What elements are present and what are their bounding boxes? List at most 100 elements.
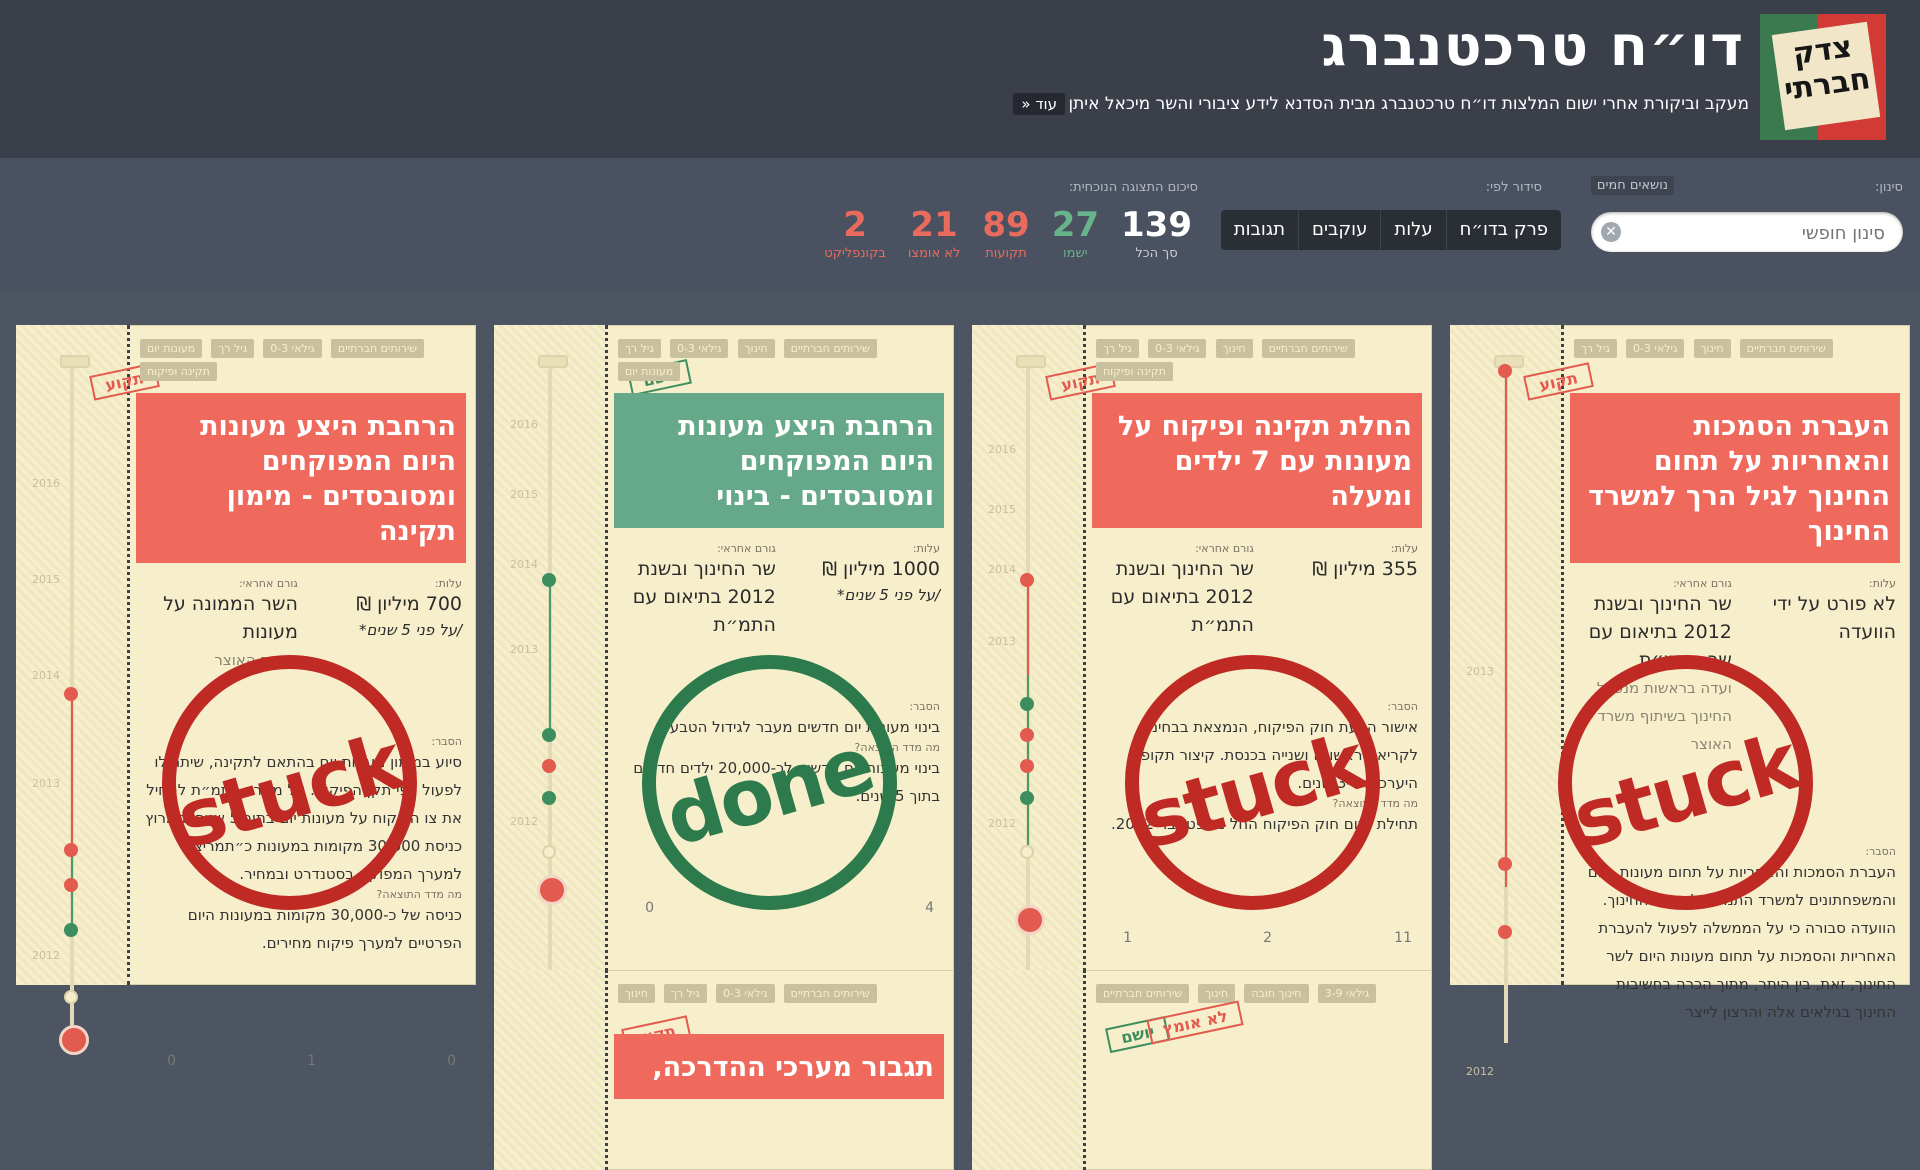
recommendation-card[interactable]: 2016 2015 2014 2013 2012 תקוע שירותים חב…: [16, 325, 476, 1069]
cost-label: עלות:: [434, 577, 462, 590]
tag[interactable]: חינוך: [1198, 984, 1236, 1003]
stat-stuck[interactable]: 89 תקועות: [982, 206, 1029, 261]
tag-list: שירותים חברתיים חינוך גילאי 0-3 גיל רך ת…: [1094, 337, 1424, 383]
tag[interactable]: גילאי 0-3: [669, 339, 729, 358]
tag[interactable]: גילאי 3-9: [1317, 984, 1377, 1003]
cost-value: 1000 מיליון ₪: [822, 558, 940, 580]
links-count: 2: [1263, 930, 1272, 946]
tag[interactable]: תקינה ופיקוח: [1096, 362, 1173, 381]
timeline-milestone-icon: [1020, 697, 1034, 711]
card-counters: 11 2 1: [972, 930, 1432, 960]
timeline-year: 2012: [1466, 1065, 1494, 1078]
card-title[interactable]: הרחבת היצע מעונות היום המפוקחים ומסובסדי…: [136, 393, 466, 563]
timeline-track: 2016 2015 2014 2013 2012: [494, 325, 606, 1043]
measure-text: כניסה של כ-30,000 מקומות במעונות היום הפ…: [187, 906, 462, 952]
comments-count: 0: [645, 900, 654, 916]
timeline-year: 2016: [510, 418, 538, 431]
stamp-text: stuck: [1130, 717, 1375, 867]
tag[interactable]: גיל רך: [1574, 339, 1617, 358]
timeline-segment-red: [71, 693, 73, 853]
tag[interactable]: גיל רך: [618, 339, 661, 358]
tag-list: שירותים חברתיים חינוך גילאי 0-3 גיל רך: [1572, 337, 1902, 360]
tag[interactable]: מעונות יום: [140, 339, 203, 358]
timeline-milestone-icon: [64, 923, 78, 937]
tag-list: גילאי 3-9 חינוך חובה חינוך שירותים חברתי…: [1094, 982, 1424, 1005]
timeline-milestone-icon: [1020, 791, 1034, 805]
tag[interactable]: שירותים חברתיים: [783, 984, 877, 1003]
tag[interactable]: שירותים חברתיים: [783, 339, 877, 358]
tag[interactable]: תקינה ופיקוח: [140, 362, 217, 381]
tag[interactable]: גיל רך: [664, 984, 707, 1003]
timeline-milestone-icon: [542, 759, 556, 773]
timeline-year: 2014: [988, 563, 1016, 576]
timeline-play-icon[interactable]: [59, 1025, 89, 1055]
cost-label: עלות:: [1868, 577, 1896, 590]
tag[interactable]: חינוך: [1693, 339, 1731, 358]
timeline-year: 2012: [510, 815, 538, 828]
site-subtitle: מעקב וביקורת אחרי ישום המלצות דו״ח טרכטנ…: [1068, 94, 1749, 114]
sort-options: פרק בדו״ח עלות עוקבים תגובות: [1220, 210, 1561, 250]
summary-label: סיכום התצוגה הנוכחית:: [1068, 180, 1198, 195]
recommendation-card[interactable]: 2013 2012 תקוע שירותים חברתיים חינוך גיל…: [1450, 325, 1910, 1078]
cost-note: /על פני 5 שנים*: [359, 621, 462, 639]
card-title[interactable]: העברת הסמכות והאחריות על תחום החינוך לגי…: [1570, 393, 1900, 563]
tag[interactable]: שירותים חברתיים: [330, 339, 425, 358]
timeline-top-knob: [60, 355, 90, 368]
tag[interactable]: חינוך חובה: [1244, 984, 1309, 1003]
stat-total[interactable]: 139 סך הכל: [1121, 206, 1192, 261]
timeline-milestone-icon: [1498, 925, 1512, 939]
card-title[interactable]: תגבור מערכי ההדרכה,: [614, 1034, 944, 1099]
card-title[interactable]: החלת תקינה ופיקוח על מעונות עם 7 ילדים ו…: [1092, 393, 1422, 528]
timeline-top-knob: [538, 355, 568, 368]
timeline-milestone-icon: [1020, 759, 1034, 773]
timeline-track: 2016 2015 2014 2013 2012: [16, 325, 128, 1055]
sort-by-chapter[interactable]: פרק בדו״ח: [1445, 210, 1561, 250]
timeline-track: 2013 2012: [1450, 325, 1562, 1078]
timeline-segment-red: [1027, 580, 1029, 675]
card-title[interactable]: הרחבת היצע מעונות היום המפוקחים ומסובסדי…: [614, 393, 944, 528]
tag[interactable]: גילאי 0-3: [1625, 339, 1685, 358]
stat-not-adopted[interactable]: 21 לא אומצו: [908, 206, 961, 261]
recommendation-card[interactable]: 2016 2015 2014 2013 2012 יושם שירותים חב…: [494, 325, 954, 1043]
more-button[interactable]: עוד «: [1013, 93, 1065, 115]
timeline-year: 2013: [1466, 665, 1494, 678]
stuck-stamp: stuck: [162, 655, 417, 910]
stat-not-adopted-label: לא אומצו: [907, 246, 961, 261]
stat-conflict-value: 2: [843, 205, 867, 245]
stamp-text: done: [656, 719, 883, 865]
tag[interactable]: חינוך: [1215, 339, 1253, 358]
stat-conflict[interactable]: 2 בקונפליקט: [824, 206, 886, 261]
tag[interactable]: שירותים חברתיים: [1739, 339, 1833, 358]
recommendation-card[interactable]: שירותים חברתיים גילאי 0-3 גיל רך חינוך ת…: [494, 970, 954, 1170]
tag[interactable]: גילאי 0-3: [1147, 339, 1207, 358]
sort-by-comments[interactable]: תגובות: [1221, 210, 1298, 250]
site-title[interactable]: דו״ח טרכטנברג: [1321, 12, 1744, 82]
tag[interactable]: חינוך: [618, 984, 655, 1003]
recommendation-card[interactable]: 2016 2015 2014 2013 2012 תקוע שירותים חב…: [972, 325, 1432, 1043]
perforation: [125, 325, 130, 985]
sort-by-followers[interactable]: עוקבים: [1298, 210, 1380, 250]
stat-implemented-label: ישמו: [1063, 246, 1088, 261]
sort-by-cost[interactable]: עלות: [1380, 210, 1445, 250]
recommendation-card[interactable]: גילאי 3-9 חינוך חובה חינוך שירותים חברתי…: [972, 970, 1432, 1170]
tag[interactable]: שירותים חברתיים: [1096, 984, 1190, 1003]
summary-stats: 139 סך הכל 27 ישמו 89 תקועות 21 לא אומצו…: [824, 206, 1192, 261]
hot-topics-button[interactable]: נושאים חמים: [1590, 176, 1674, 195]
clear-search-icon[interactable]: ✕: [1601, 222, 1621, 242]
search-box[interactable]: ✕: [1591, 212, 1903, 252]
search-input[interactable]: [1643, 217, 1887, 249]
views-count: 4: [925, 900, 934, 916]
tag[interactable]: מעונות יום: [618, 362, 681, 381]
tag[interactable]: שירותים חברתיים: [1261, 339, 1355, 358]
tag[interactable]: גיל רך: [211, 339, 255, 358]
stat-stuck-value: 89: [982, 205, 1030, 245]
perforation: [603, 970, 608, 1170]
tag[interactable]: חינוך: [737, 339, 775, 358]
tag[interactable]: גילאי 0-3: [716, 984, 775, 1003]
logo[interactable]: צדק חברתי: [1760, 14, 1886, 140]
tag[interactable]: גילאי 0-3: [263, 339, 322, 358]
timeline-milestone-icon: [542, 791, 556, 805]
tag[interactable]: גיל רך: [1096, 339, 1139, 358]
stat-implemented[interactable]: 27 ישמו: [1052, 206, 1099, 261]
cost-value: 355 מיליון ₪: [1312, 558, 1418, 580]
